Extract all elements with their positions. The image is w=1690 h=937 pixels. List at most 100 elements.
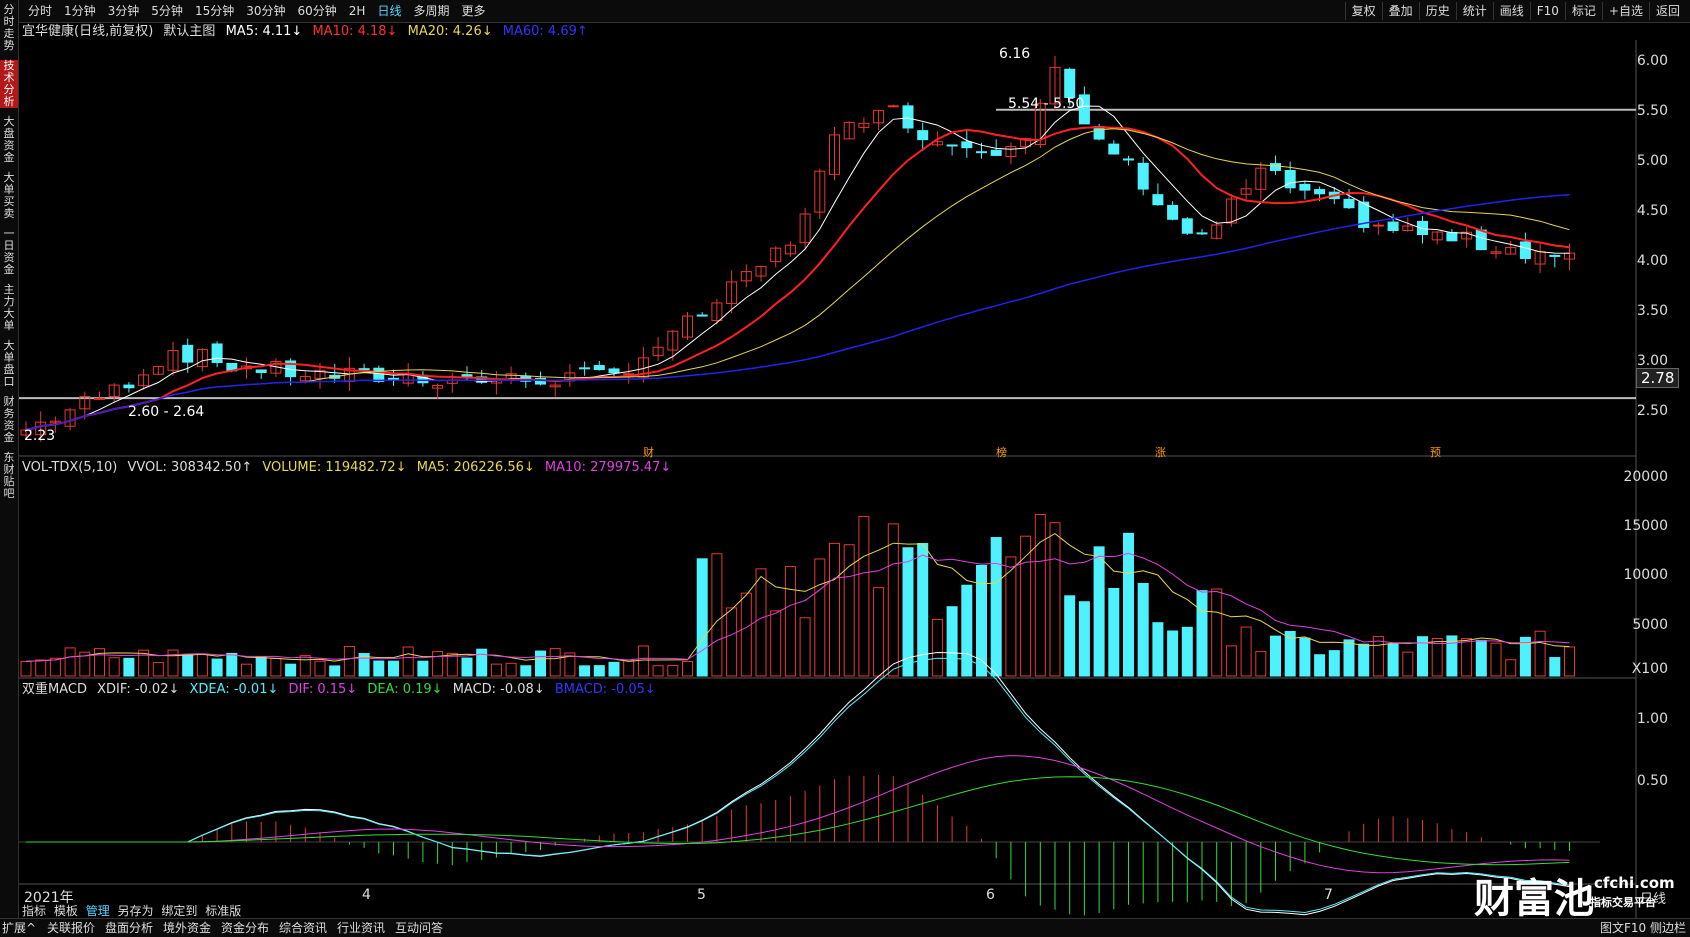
- candle-body: [608, 368, 620, 374]
- volume-bar: [946, 606, 958, 677]
- bottom-tab[interactable]: 综合资讯: [279, 919, 327, 937]
- side-tab[interactable]: 大盘资金: [0, 116, 18, 164]
- bottom-tab[interactable]: 资金分布: [221, 919, 269, 937]
- volume-bar: [593, 665, 605, 677]
- tool-button[interactable]: 返回: [1648, 2, 1686, 20]
- period-tabs: 分时 1分钟 3分钟 5分钟 15分钟 30分钟 60分钟 2H 日线 多周期 更多: [22, 3, 492, 19]
- period-tab[interactable]: 2H: [343, 3, 372, 19]
- period-tab[interactable]: 多周期: [407, 3, 455, 19]
- bottom-tab[interactable]: 境外资金: [163, 919, 211, 937]
- status-right[interactable]: 图文F10 侧边栏: [1600, 919, 1686, 937]
- volume-bar: [887, 523, 899, 677]
- event-tag-rank[interactable]: 榜: [996, 444, 1007, 460]
- volume-bar: [1328, 650, 1340, 677]
- bottom-tab[interactable]: 盘面分析: [105, 919, 153, 937]
- volume-bar: [1240, 626, 1252, 677]
- volume-bar: [35, 659, 47, 677]
- volume-bar: [799, 617, 811, 677]
- period-tab[interactable]: 分时: [22, 3, 58, 19]
- candle-body: [1123, 158, 1134, 161]
- event-tag-forecast[interactable]: 预: [1430, 444, 1441, 460]
- macd-indicator-name[interactable]: 双重MACD: [22, 682, 87, 697]
- bottom-tab[interactable]: 行业资讯: [337, 919, 385, 937]
- vol-tick: 15000: [1623, 518, 1668, 534]
- side-tab[interactable]: 东财贴吧: [0, 452, 18, 500]
- price-tick: 2.50: [1636, 403, 1668, 419]
- side-tab[interactable]: 一日资金: [0, 228, 18, 276]
- volume-bar: [1549, 657, 1561, 677]
- volume-bar: [1181, 626, 1193, 677]
- vol-indicator-name[interactable]: VOL-TDX(5,10): [22, 460, 117, 475]
- volume-bar: [667, 665, 679, 677]
- side-tab[interactable]: 主力大单: [0, 284, 18, 332]
- volume-bar: [1152, 622, 1164, 677]
- standard-version-button[interactable]: 标准版: [205, 904, 241, 918]
- template-name[interactable]: 默认主图: [163, 24, 215, 39]
- watermark-sub: 指标交易平台: [1590, 896, 1656, 909]
- candle-body: [579, 367, 591, 370]
- x-tick: 5: [697, 887, 706, 903]
- period-tab[interactable]: 5分钟: [145, 3, 189, 19]
- bottom-tab[interactable]: 关联报价: [47, 919, 95, 937]
- candle-body: [358, 368, 370, 371]
- period-tab[interactable]: 1分钟: [58, 3, 102, 19]
- side-tab[interactable]: 大单盘口: [0, 340, 18, 388]
- volume-bar: [711, 553, 723, 677]
- candle-body: [211, 343, 223, 364]
- event-tag-finance[interactable]: 财: [643, 444, 654, 460]
- volume-bar: [637, 645, 649, 677]
- volume-bar: [755, 568, 767, 677]
- save-as-button[interactable]: 另存为: [118, 904, 154, 918]
- volume-bar: [829, 542, 840, 677]
- period-tab[interactable]: 30分钟: [240, 3, 291, 19]
- volume-bar: [432, 651, 444, 677]
- macd-legend: 双重MACD XDIF: -0.02↓ XDEA: -0.01↓ DIF: 0.…: [22, 682, 662, 698]
- resistance-range-label: 5.54 - 5.50: [1008, 96, 1085, 112]
- indicator-button[interactable]: 指标: [22, 904, 46, 918]
- x-tick: 7: [1324, 887, 1333, 903]
- candle-body: [388, 377, 399, 380]
- volume-bar: [476, 648, 488, 677]
- candle-body: [887, 105, 899, 108]
- period-tab[interactable]: 3分钟: [102, 3, 146, 19]
- bottom-tab[interactable]: 互动问答: [395, 919, 443, 937]
- tool-button[interactable]: 画线: [1492, 2, 1530, 20]
- period-tab[interactable]: 更多: [455, 3, 491, 19]
- side-tab[interactable]: 大单买卖: [0, 172, 18, 220]
- period-tab[interactable]: 15分钟: [189, 3, 240, 19]
- volume-bar: [182, 654, 194, 677]
- event-tag-limit-up[interactable]: 涨: [1155, 444, 1166, 460]
- xdea-value: XDEA: -0.01↓: [189, 682, 279, 697]
- tool-button[interactable]: +自选: [1601, 2, 1649, 20]
- volume-bar: [549, 648, 561, 677]
- tool-button[interactable]: 历史: [1418, 2, 1456, 20]
- volume-bar: [241, 663, 252, 677]
- volume-legend: VOL-TDX(5,10) VVOL: 308342.50↑ VOLUME: 1…: [22, 460, 677, 476]
- candle-body: [1343, 198, 1355, 209]
- side-tab[interactable]: 分时走势: [0, 4, 18, 52]
- volume-bar: [329, 665, 341, 677]
- ma20-line: [25, 128, 1570, 431]
- volume-bar: [1314, 654, 1326, 677]
- tool-button[interactable]: 复权: [1344, 2, 1382, 20]
- vol-tick: 5000: [1632, 617, 1668, 633]
- manage-button[interactable]: 管理: [86, 904, 110, 918]
- vol-tick: 10000: [1623, 567, 1668, 583]
- tool-button[interactable]: 统计: [1455, 2, 1493, 20]
- tool-button[interactable]: F10: [1529, 2, 1565, 20]
- tool-button[interactable]: 叠加: [1381, 2, 1419, 20]
- bind-button[interactable]: 绑定到: [161, 904, 197, 918]
- dif-line: [26, 755, 1570, 874]
- side-tab[interactable]: 财务资金: [0, 396, 18, 444]
- side-tab[interactable]: 技术分析: [0, 60, 18, 108]
- period-tab[interactable]: 60分钟: [292, 3, 343, 19]
- period-tab[interactable]: 日线: [371, 3, 407, 19]
- template-button[interactable]: 模板: [54, 904, 78, 918]
- candle-body: [696, 314, 708, 317]
- tool-button[interactable]: 标记: [1564, 2, 1602, 20]
- ma60-line: [25, 193, 1570, 431]
- xdif-value: XDIF: -0.02↓: [97, 682, 180, 697]
- volume-bar: [94, 648, 105, 677]
- bottom-tab[interactable]: 扩展^: [2, 919, 36, 937]
- candle-body: [1167, 204, 1179, 220]
